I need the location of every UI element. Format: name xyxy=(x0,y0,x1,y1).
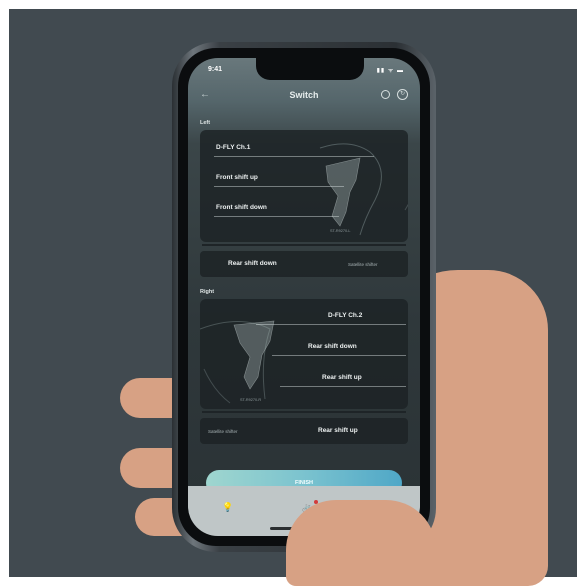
status-time: 9:41 xyxy=(208,66,223,73)
row-divider xyxy=(280,386,406,387)
history-icon[interactable]: ↻ xyxy=(397,89,408,100)
left-satellite-label: Rear shift down xyxy=(228,260,277,267)
right-lever-illustration xyxy=(200,320,275,404)
right-section-label: Right xyxy=(200,289,215,295)
right-model-label: ST-R9270-R xyxy=(240,398,262,402)
left-row-front-shift-down[interactable]: Front shift down xyxy=(216,204,267,211)
card-divider xyxy=(202,411,406,413)
left-row-front-shift-up[interactable]: Front shift up xyxy=(216,174,258,181)
row-divider xyxy=(272,355,406,356)
bulb-icon[interactable]: 💡 xyxy=(222,502,233,513)
right-shifter-card: D-FLY Ch.2 Rear shift down Rear shift up… xyxy=(200,299,408,409)
nav-bar: ← Switch ↻ xyxy=(188,86,420,106)
phone-bezel: 9:41 ▮▮ ᯤ ▬ ← Switch ↻ Left D-FLY Ch.1 F… xyxy=(178,48,430,546)
left-shifter-card: D-FLY Ch.1 Front shift up Front shift do… xyxy=(200,130,408,242)
row-divider xyxy=(214,156,374,157)
right-row-rear-shift-up[interactable]: Rear shift up xyxy=(322,374,362,381)
row-divider xyxy=(214,186,344,187)
left-satellite-sub: Satellite shifter xyxy=(348,262,378,267)
left-satellite-card[interactable]: Rear shift down Satellite shifter xyxy=(200,251,408,277)
app-screen: 9:41 ▮▮ ᯤ ▬ ← Switch ↻ Left D-FLY Ch.1 F… xyxy=(188,58,420,536)
right-satellite-card[interactable]: Satellite shifter Rear shift up xyxy=(200,418,408,444)
row-divider xyxy=(256,324,406,325)
right-satellite-label: Rear shift up xyxy=(318,427,358,434)
phone-frame: 9:41 ▮▮ ᯤ ▬ ← Switch ↻ Left D-FLY Ch.1 F… xyxy=(172,42,436,552)
left-model-label: ST-R9270-L xyxy=(330,229,351,233)
card-divider xyxy=(202,244,406,246)
status-icons: ▮▮ ᯤ ▬ xyxy=(376,68,404,74)
left-channel-label: D-FLY Ch.1 xyxy=(216,144,251,151)
phone-notch xyxy=(256,58,364,80)
left-section-label: Left xyxy=(200,120,211,126)
search-icon[interactable] xyxy=(381,90,390,99)
row-divider xyxy=(214,216,339,217)
right-satellite-sub: Satellite shifter xyxy=(208,429,238,434)
right-row-rear-shift-down[interactable]: Rear shift down xyxy=(308,343,357,350)
right-channel-label: D-FLY Ch.2 xyxy=(328,312,363,319)
hand-thumb xyxy=(286,500,436,586)
